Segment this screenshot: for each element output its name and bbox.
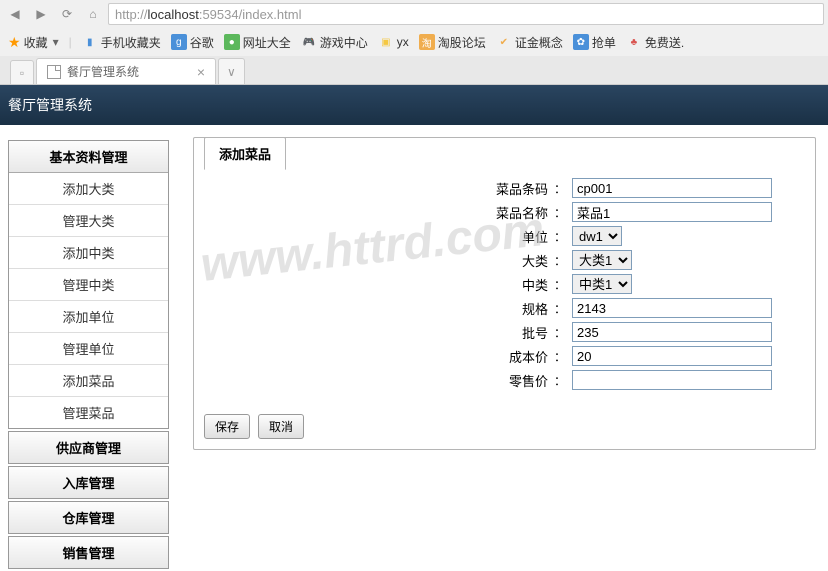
back-button[interactable]: ◀ xyxy=(4,4,26,24)
document-icon xyxy=(47,65,61,79)
globe-icon: ● xyxy=(224,34,240,50)
label-unit: 单位 xyxy=(214,227,554,246)
sidebar-group-basic: 基本资料管理 添加大类 管理大类 添加中类 管理中类 添加单位 管理单位 添加菜… xyxy=(8,140,169,429)
close-icon[interactable]: × xyxy=(197,64,205,80)
field-batch: 批号： xyxy=(214,322,795,342)
input-cost[interactable] xyxy=(572,346,772,366)
sidebar-item-manage-midcat[interactable]: 管理中类 xyxy=(9,269,168,301)
content-tab-add-dish[interactable]: 添加菜品 xyxy=(204,137,286,170)
field-unit: 单位： dw1 xyxy=(214,226,795,246)
sidebar-header-warehouse[interactable]: 仓库管理 xyxy=(9,502,168,533)
bookmark-games[interactable]: 🎮游戏中心 xyxy=(301,34,368,51)
url-host: localhost xyxy=(148,7,199,22)
sidebar: 基本资料管理 添加大类 管理大类 添加中类 管理中类 添加单位 管理单位 添加菜… xyxy=(0,125,175,571)
select-bigcat[interactable]: 大类1 xyxy=(572,250,632,270)
forward-button[interactable]: ▶ xyxy=(30,4,52,24)
input-retail[interactable] xyxy=(572,370,772,390)
browser-tab-active[interactable]: 餐厅管理系统 × xyxy=(36,58,216,84)
sidebar-item-manage-unit[interactable]: 管理单位 xyxy=(9,333,168,365)
browser-chrome: ◀ ▶ ⟳ ⌂ http://localhost:59534/index.htm… xyxy=(0,0,828,85)
label-batch: 批号 xyxy=(214,323,554,342)
tao-icon: 淘 xyxy=(419,34,435,50)
field-cost: 成本价： xyxy=(214,346,795,366)
bookmark-zhengjin[interactable]: ✔证金概念 xyxy=(496,34,563,51)
google-icon: g xyxy=(171,34,187,50)
field-spec: 规格： xyxy=(214,298,795,318)
sidebar-group-inbound: 入库管理 xyxy=(8,466,169,499)
sidebar-items-basic: 添加大类 管理大类 添加中类 管理中类 添加单位 管理单位 添加菜品 管理菜品 xyxy=(9,173,168,428)
home-button[interactable]: ⌂ xyxy=(82,4,104,24)
tab-bar: ▫ 餐厅管理系统 × ∨ xyxy=(0,56,828,84)
sidebar-header-sales[interactable]: 销售管理 xyxy=(9,537,168,568)
url-path: /index.html xyxy=(239,7,302,22)
input-name[interactable] xyxy=(572,202,772,222)
field-name: 菜品名称： xyxy=(214,202,795,222)
label-bigcat: 大类 xyxy=(214,251,554,270)
field-barcode: 菜品条码： xyxy=(214,178,795,198)
label-cost: 成本价 xyxy=(214,347,554,366)
refresh-button[interactable]: ⟳ xyxy=(56,4,78,24)
phone-icon: ▮ xyxy=(82,34,98,50)
nav-toolbar: ◀ ▶ ⟳ ⌂ http://localhost:59534/index.htm… xyxy=(0,0,828,28)
main-area: 基本资料管理 添加大类 管理大类 添加中类 管理中类 添加单位 管理单位 添加菜… xyxy=(0,125,828,571)
bookmark-sites[interactable]: ●网址大全 xyxy=(224,34,291,51)
bookmark-google[interactable]: g谷歌 xyxy=(171,34,214,51)
input-barcode[interactable] xyxy=(572,178,772,198)
select-unit[interactable]: dw1 xyxy=(572,226,622,246)
bookmark-qiangdan[interactable]: ✿抢单 xyxy=(573,34,616,51)
bookmark-bar: ★收藏▾ | ▮手机收藏夹 g谷歌 ●网址大全 🎮游戏中心 ▣yx 淘淘股论坛 … xyxy=(0,28,828,56)
sidebar-item-add-midcat[interactable]: 添加中类 xyxy=(9,237,168,269)
favorites-button[interactable]: ★收藏▾ xyxy=(8,34,59,51)
sidebar-item-add-dish[interactable]: 添加菜品 xyxy=(9,365,168,397)
sidebar-group-sales: 销售管理 xyxy=(8,536,169,569)
gift-icon: ♣ xyxy=(626,34,642,50)
input-spec[interactable] xyxy=(572,298,772,318)
form-body: 菜品条码： 菜品名称： 单位： dw1 大类： 大类1 中类： 中类1 xyxy=(194,168,815,414)
sidebar-group-warehouse: 仓库管理 xyxy=(8,501,169,534)
url-prefix: http:// xyxy=(115,7,148,22)
app-title: 餐厅管理系统 xyxy=(8,97,92,113)
button-row: 保存 取消 xyxy=(194,414,815,449)
input-batch[interactable] xyxy=(572,322,772,342)
label-spec: 规格 xyxy=(214,299,554,318)
cancel-button[interactable]: 取消 xyxy=(258,414,304,439)
app-header: 餐厅管理系统 xyxy=(0,85,828,125)
field-bigcat: 大类： 大类1 xyxy=(214,250,795,270)
folder-icon: ▣ xyxy=(378,34,394,50)
paw-icon: ✿ xyxy=(573,34,589,50)
new-tab-button[interactable]: ▫ xyxy=(10,60,34,84)
bookmark-taogu[interactable]: 淘淘股论坛 xyxy=(419,34,486,51)
sidebar-item-add-bigcat[interactable]: 添加大类 xyxy=(9,173,168,205)
save-button[interactable]: 保存 xyxy=(204,414,250,439)
content: 添加菜品 菜品条码： 菜品名称： 单位： dw1 大类： 大类1 xyxy=(175,125,828,571)
sidebar-item-add-unit[interactable]: 添加单位 xyxy=(9,301,168,333)
sidebar-item-manage-dish[interactable]: 管理菜品 xyxy=(9,397,168,428)
tab-title: 餐厅管理系统 xyxy=(67,63,139,80)
label-barcode: 菜品条码 xyxy=(214,179,554,198)
sidebar-group-supplier: 供应商管理 xyxy=(8,431,169,464)
sidebar-item-manage-bigcat[interactable]: 管理大类 xyxy=(9,205,168,237)
check-icon: ✔ xyxy=(496,34,512,50)
gamepad-icon: 🎮 xyxy=(301,34,317,50)
bookmark-mobile[interactable]: ▮手机收藏夹 xyxy=(82,34,161,51)
content-panel: 添加菜品 菜品条码： 菜品名称： 单位： dw1 大类： 大类1 xyxy=(193,137,816,450)
select-midcat[interactable]: 中类1 xyxy=(572,274,632,294)
field-midcat: 中类： 中类1 xyxy=(214,274,795,294)
url-bar[interactable]: http://localhost:59534/index.html xyxy=(108,3,824,25)
sidebar-header-supplier[interactable]: 供应商管理 xyxy=(9,432,168,463)
field-retail: 零售价： xyxy=(214,370,795,390)
bookmark-yx[interactable]: ▣yx xyxy=(378,34,409,50)
tab-overflow[interactable]: ∨ xyxy=(218,58,245,84)
label-retail: 零售价 xyxy=(214,371,554,390)
label-name: 菜品名称 xyxy=(214,203,554,222)
sidebar-header-basic[interactable]: 基本资料管理 xyxy=(9,141,168,173)
label-midcat: 中类 xyxy=(214,275,554,294)
url-port: :59534 xyxy=(199,7,239,22)
bookmark-free[interactable]: ♣免费送. xyxy=(626,34,684,51)
sidebar-header-inbound[interactable]: 入库管理 xyxy=(9,467,168,498)
star-icon: ★ xyxy=(8,34,21,51)
